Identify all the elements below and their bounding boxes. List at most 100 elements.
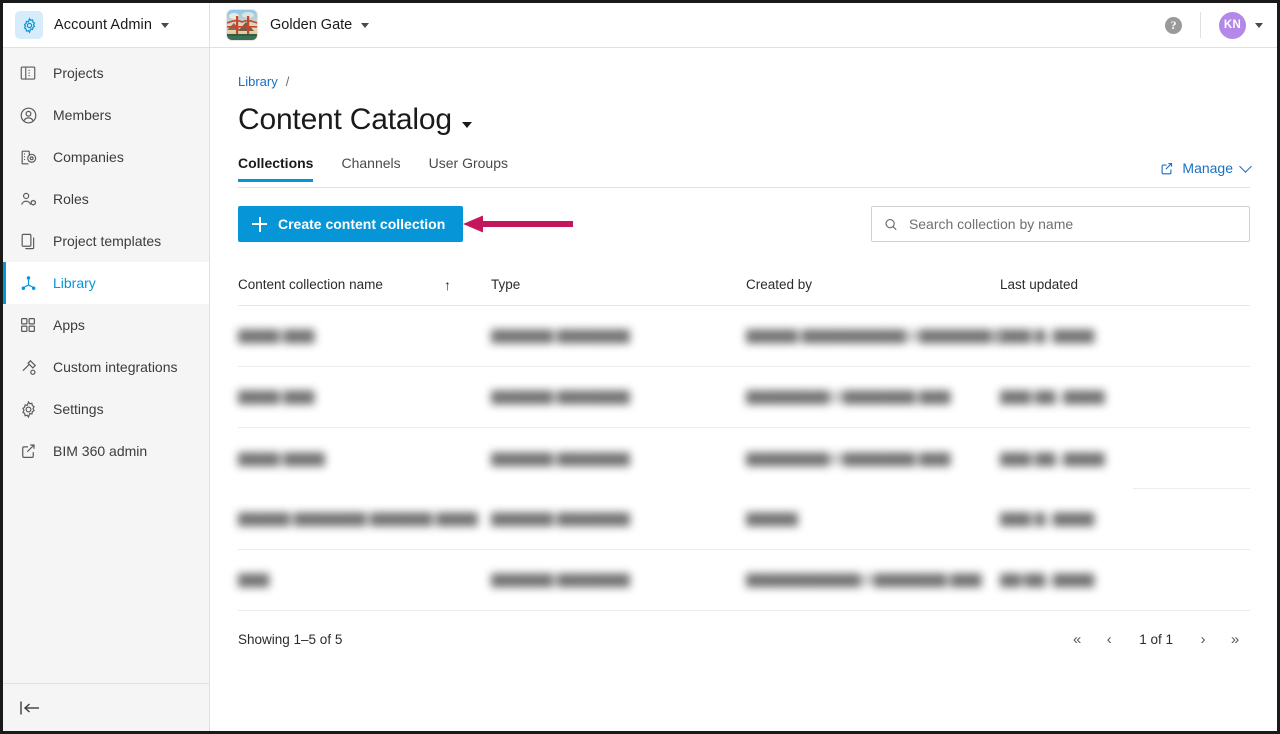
pagination-page-indicator: 1 of 1: [1139, 631, 1173, 647]
column-header-type[interactable]: Type: [491, 277, 746, 292]
app-window: Account Admin Golden Gate ? KN Projects …: [0, 0, 1280, 734]
column-header-label: Content collection name: [238, 277, 383, 292]
sidebar-item-settings[interactable]: Settings: [3, 388, 209, 430]
sidebar-item-label: Custom integrations: [53, 359, 178, 375]
cell-last-updated: ▇▇▇ ▇, ▇▇▇▇: [1000, 511, 1095, 526]
chevron-down-icon[interactable]: [461, 122, 472, 128]
sidebar-item-bim-360-admin[interactable]: BIM 360 admin: [3, 430, 209, 472]
breadcrumb: Library /: [238, 48, 1250, 89]
column-header-last-updated[interactable]: Last updated: [1000, 277, 1250, 292]
cell-collection-name: ▇▇▇▇ ▇▇▇: [238, 328, 315, 343]
cell-type: ▇▇▇▇▇▇ ▇▇▇▇▇▇▇: [491, 389, 630, 404]
building-icon: [17, 62, 39, 84]
table-row[interactable]: ▇▇▇▇ ▇▇▇▇ ▇▇▇▇▇▇ ▇▇▇▇▇▇▇ ▇▇▇▇▇▇▇▇@▇▇▇▇▇▇…: [238, 428, 1250, 489]
account-admin-switcher[interactable]: Account Admin: [3, 3, 210, 48]
sidebar-item-label: Settings: [53, 401, 104, 417]
tab-user-groups[interactable]: User Groups: [429, 155, 508, 181]
cell-created-by: ▇▇▇▇▇▇▇▇▇▇▇@▇▇▇▇▇▇▇.▇▇▇: [746, 572, 982, 587]
pagination-prev-button[interactable]: ‹: [1094, 624, 1124, 654]
cell-type: ▇▇▇▇▇▇ ▇▇▇▇▇▇▇: [491, 572, 630, 587]
page-title: Content Catalog: [238, 103, 1250, 137]
page-title-text: Content Catalog: [238, 103, 452, 136]
top-bar: Account Admin Golden Gate ? KN: [3, 3, 1277, 48]
project-name-label: Golden Gate: [270, 17, 353, 33]
sidebar-item-projects[interactable]: Projects: [3, 52, 209, 94]
sidebar-item-custom-integrations[interactable]: Custom integrations: [3, 346, 209, 388]
sidebar-item-companies[interactable]: Companies: [3, 136, 209, 178]
breadcrumb-link-library[interactable]: Library: [238, 74, 278, 89]
tab-collections[interactable]: Collections: [238, 155, 314, 182]
external-link-icon: [1161, 162, 1173, 174]
cell-type: ▇▇▇▇▇▇ ▇▇▇▇▇▇▇: [491, 328, 630, 343]
search-input[interactable]: [908, 216, 1237, 232]
hammer-icon: [17, 356, 39, 378]
table-row[interactable]: ▇▇▇▇▇ ▇▇▇▇▇▇▇ ▇▇▇▇▇▇ ▇▇▇▇ ▇▇▇▇▇▇ ▇▇▇▇▇▇▇…: [238, 489, 1250, 550]
cell-last-updated: ▇▇/▇▇, ▇▇▇▇: [1000, 572, 1095, 587]
project-thumbnail: [226, 9, 258, 41]
table-row[interactable]: ▇▇▇▇ ▇▇▇ ▇▇▇▇▇▇ ▇▇▇▇▇▇▇ ▇▇▇▇▇▇▇▇@▇▇▇▇▇▇▇…: [238, 367, 1250, 428]
sidebar-item-label: Project templates: [53, 233, 162, 249]
pagination-next-button[interactable]: ›: [1188, 624, 1218, 654]
sidebar-item-label: Library: [53, 275, 96, 291]
cell-last-updated: ▇▇▇ ▇▇, ▇▇▇▇: [1000, 389, 1105, 404]
sort-asc-arrow-icon[interactable]: ↑: [444, 278, 451, 292]
cell-collection-name: ▇▇▇▇ ▇▇▇: [238, 389, 315, 404]
library-node-icon: [17, 272, 39, 294]
sidebar-item-apps[interactable]: Apps: [3, 304, 209, 346]
user-gear-icon: [17, 188, 39, 210]
pagination: « ‹ 1 of 1 › »: [1062, 624, 1250, 654]
plus-icon: [252, 216, 267, 232]
company-pin-icon: [17, 146, 39, 168]
cell-created-by: ▇▇▇▇▇▇▇▇@▇▇▇▇▇▇▇.▇▇▇: [746, 450, 951, 466]
sidebar-collapse-button[interactable]: [3, 683, 209, 731]
sidebar-item-label: BIM 360 admin: [53, 443, 148, 459]
cell-type: ▇▇▇▇▇▇ ▇▇▇▇▇▇▇: [491, 511, 630, 526]
sidebar-item-label: Apps: [53, 317, 85, 333]
pagination-last-button[interactable]: »: [1220, 624, 1250, 654]
sidebar-item-roles[interactable]: Roles: [3, 178, 209, 220]
cell-collection-name: ▇▇▇▇ ▇▇▇▇: [238, 450, 325, 466]
external-link-icon: [17, 440, 39, 462]
table-row[interactable]: ▇▇▇▇ ▇▇▇ ▇▇▇▇▇▇ ▇▇▇▇▇▇▇ ▇▇▇▇▇ ▇▇▇▇▇▇▇▇▇▇…: [238, 306, 1250, 367]
sidebar-item-label: Members: [53, 107, 112, 123]
project-switcher[interactable]: Golden Gate: [210, 3, 370, 48]
sidebar-item-label: Companies: [53, 149, 124, 165]
divider: [1200, 12, 1201, 38]
sidebar-item-label: Roles: [53, 191, 89, 207]
help-icon[interactable]: ?: [1165, 16, 1182, 34]
manage-button[interactable]: Manage: [1159, 160, 1252, 176]
manage-label: Manage: [1182, 160, 1233, 176]
table-footer: Showing 1–5 of 5 « ‹ 1 of 1 › »: [238, 611, 1250, 667]
cell-created-by: ▇▇▇▇▇ ▇▇▇▇▇▇▇▇▇▇@▇▇▇▇▇▇▇.▇▇▇: [746, 328, 1000, 343]
sidebar-item-label: Projects: [53, 65, 104, 81]
account-admin-label: Account Admin: [54, 17, 153, 33]
search-icon: [885, 218, 897, 230]
cell-collection-name: ▇▇▇▇▇ ▇▇▇▇▇▇▇ ▇▇▇▇▇▇ ▇▇▇▇: [238, 511, 478, 526]
cell-collection-name: ▇▇▇: [238, 572, 270, 587]
table-row[interactable]: ▇▇▇ ▇▇▇▇▇▇ ▇▇▇▇▇▇▇ ▇▇▇▇▇▇▇▇▇▇▇@▇▇▇▇▇▇▇.▇…: [238, 550, 1250, 611]
cell-last-updated: ▇▇▇ ▇, ▇▇▇▇: [1000, 328, 1095, 343]
tab-channels[interactable]: Channels: [341, 155, 400, 181]
sidebar-item-members[interactable]: Members: [3, 94, 209, 136]
annotation-arrow-left: [463, 215, 573, 233]
chevron-down-icon: [1239, 160, 1252, 173]
table-header-row: Content collection name ↑ Type Created b…: [238, 264, 1250, 306]
chevron-down-icon[interactable]: [1255, 22, 1263, 28]
column-header-content-collection-name[interactable]: Content collection name ↑: [238, 277, 491, 292]
create-content-collection-button[interactable]: Create content collection: [238, 206, 464, 242]
grid-squares-icon: [17, 314, 39, 336]
search-collection-box[interactable]: [871, 206, 1250, 242]
breadcrumb-separator: /: [285, 74, 290, 89]
user-circle-icon: [17, 104, 39, 126]
cell-last-updated: ▇▇▇ ▇▇, ▇▇▇▇: [1000, 450, 1105, 466]
main-content: Library / Content Catalog Collections Ch…: [211, 48, 1277, 731]
sidebar-item-library[interactable]: Library: [3, 262, 209, 304]
sidebar-item-project-templates[interactable]: Project templates: [3, 220, 209, 262]
gear-icon: [17, 398, 39, 420]
copy-icon: [17, 230, 39, 252]
sidebar-nav: Projects Members Companies Roles Project…: [3, 48, 209, 472]
column-header-created-by[interactable]: Created by: [746, 277, 1000, 292]
showing-count-label: Showing 1–5 of 5: [238, 631, 343, 647]
pagination-first-button[interactable]: «: [1062, 624, 1092, 654]
avatar[interactable]: KN: [1219, 11, 1246, 39]
